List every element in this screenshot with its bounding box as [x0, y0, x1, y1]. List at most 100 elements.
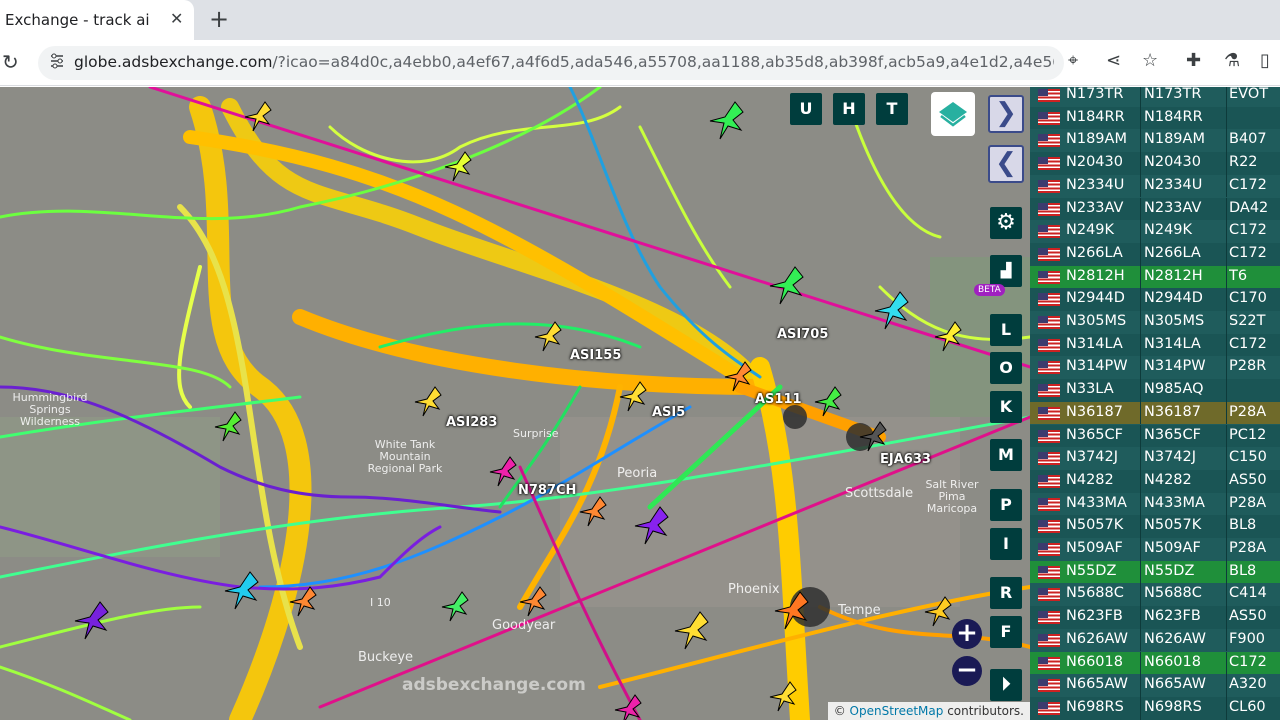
- f-button[interactable]: F: [990, 616, 1022, 648]
- table-row[interactable]: N20430 N20430 R22: [1030, 152, 1280, 175]
- table-row[interactable]: N266LA N266LA C172: [1030, 242, 1280, 266]
- callsign-cell: N314LA: [1144, 335, 1201, 352]
- column-divider: [1140, 356, 1141, 380]
- registration-cell: N266LA: [1066, 244, 1123, 261]
- table-row[interactable]: N233AV N233AV DA42: [1030, 197, 1280, 221]
- table-row[interactable]: N33LA N985AQ: [1030, 379, 1280, 402]
- aircraft-label[interactable]: ASI5: [652, 405, 685, 420]
- table-row[interactable]: N184RR N184RR: [1030, 106, 1280, 130]
- aircraft-label[interactable]: EJA633: [880, 452, 931, 467]
- h-button[interactable]: H: [833, 93, 865, 125]
- close-tab-icon[interactable]: ✕: [170, 9, 183, 28]
- zoom-out-button[interactable]: −: [952, 656, 982, 686]
- share-icon[interactable]: ⋖: [1106, 50, 1121, 71]
- callsign-cell: N985AQ: [1144, 381, 1204, 398]
- callsign-cell: N665AW: [1144, 676, 1206, 693]
- table-row[interactable]: N623FB N623FB AS50: [1030, 606, 1280, 629]
- aircraft-label[interactable]: ASI155: [570, 348, 621, 363]
- table-row[interactable]: N698RS N698RS CL60: [1030, 696, 1280, 720]
- site-info-icon[interactable]: [48, 52, 66, 74]
- us-flag-icon: [1038, 293, 1060, 307]
- table-row[interactable]: N433MA N433MA P28A: [1030, 492, 1280, 516]
- callsign-cell: N173TR: [1144, 87, 1202, 102]
- t-button[interactable]: T: [876, 93, 908, 125]
- table-row[interactable]: N66018 N66018 C172: [1030, 651, 1280, 675]
- table-row[interactable]: N2334U N2334U C172: [1030, 174, 1280, 198]
- column-divider: [1140, 492, 1141, 516]
- callsign-cell: N5057K: [1144, 517, 1202, 534]
- extensions-icon[interactable]: ✚: [1186, 50, 1201, 71]
- table-row[interactable]: N2812H N2812H T6: [1030, 265, 1280, 289]
- registration-cell: N36187: [1066, 403, 1123, 420]
- type-cell: EVOT: [1229, 87, 1269, 102]
- url-field[interactable]: globe.adsbexchange.com/?icao=a84d0c,a4eb…: [38, 46, 1064, 80]
- column-divider: [1140, 242, 1141, 266]
- aircraft-label[interactable]: ASI283: [446, 415, 497, 430]
- reload-icon[interactable]: ↻: [2, 50, 19, 74]
- us-flag-icon: [1038, 633, 1060, 647]
- us-flag-icon: [1038, 179, 1060, 193]
- labs-flask-icon[interactable]: ⚗: [1224, 50, 1240, 71]
- bookmark-star-icon[interactable]: ☆: [1142, 50, 1158, 71]
- table-row[interactable]: N314LA N314LA C172: [1030, 333, 1280, 357]
- registration-cell: N698RS: [1066, 698, 1124, 715]
- column-divider: [1140, 220, 1141, 243]
- table-row[interactable]: N249K N249K C172: [1030, 220, 1280, 243]
- callsign-cell: N2812H: [1144, 267, 1203, 284]
- i-button[interactable]: I: [990, 528, 1022, 560]
- aircraft-label[interactable]: ASI705: [777, 327, 828, 342]
- table-row[interactable]: N305MS N305MS S22T: [1030, 311, 1280, 334]
- us-flag-icon: [1038, 316, 1060, 329]
- callsign-cell: N66018: [1144, 653, 1201, 670]
- prev-arrow-button[interactable]: ❮: [988, 145, 1024, 183]
- table-row[interactable]: N55DZ N55DZ BL8: [1030, 560, 1280, 584]
- layers-button[interactable]: [931, 92, 975, 136]
- aircraft-label[interactable]: N787CH: [518, 483, 576, 498]
- active-tab[interactable]: B Exchange - track ai ✕: [0, 0, 194, 40]
- table-row[interactable]: N5688C N5688C C414: [1030, 583, 1280, 607]
- table-row[interactable]: N314PW N314PW P28R: [1030, 356, 1280, 380]
- table-row[interactable]: N4282 N4282 AS50: [1030, 469, 1280, 493]
- table-row[interactable]: N509AF N509AF P28A: [1030, 538, 1280, 561]
- us-flag-icon: [1038, 679, 1060, 693]
- aircraft-label[interactable]: AS111: [755, 392, 802, 407]
- next-arrow-button[interactable]: ❯: [988, 95, 1024, 133]
- p-button[interactable]: P: [990, 489, 1022, 521]
- column-divider: [1226, 379, 1227, 402]
- column-divider: [1140, 447, 1141, 470]
- column-divider: [1226, 152, 1227, 175]
- chart-stats-icon[interactable]: ▟: [990, 255, 1022, 287]
- callsign-cell: N2944D: [1144, 290, 1203, 307]
- us-flag-icon: [1038, 157, 1060, 171]
- table-row[interactable]: N2944D N2944D C170: [1030, 288, 1280, 311]
- m-button[interactable]: M: [990, 439, 1022, 471]
- l-button[interactable]: L: [990, 314, 1022, 346]
- callsign-cell: N623FB: [1144, 608, 1201, 625]
- zoom-in-button[interactable]: +: [952, 619, 982, 649]
- table-row[interactable]: N189AM N189AM B407: [1030, 129, 1280, 153]
- replay-icon[interactable]: ⏵: [990, 669, 1022, 701]
- registration-cell: N233AV: [1066, 199, 1124, 216]
- r-button[interactable]: R: [990, 577, 1022, 609]
- new-tab-button[interactable]: +: [209, 5, 229, 33]
- u-button[interactable]: U: [790, 93, 822, 125]
- table-row[interactable]: N626AW N626AW F900: [1030, 628, 1280, 652]
- table-row[interactable]: N5057K N5057K BL8: [1030, 515, 1280, 538]
- o-button[interactable]: O: [990, 352, 1022, 384]
- table-row[interactable]: N173TR N173TR EVOT: [1030, 87, 1280, 107]
- openstreetmap-link[interactable]: OpenStreetMap: [850, 704, 944, 718]
- type-cell: C172: [1229, 222, 1267, 239]
- flight-map[interactable]: Hummingbird Springs Wilderness White Tan…: [0, 87, 1030, 720]
- table-row[interactable]: N665AW N665AW A320: [1030, 674, 1280, 697]
- table-row[interactable]: N3742J N3742J C150: [1030, 447, 1280, 470]
- column-divider: [1226, 424, 1227, 448]
- k-button[interactable]: K: [990, 391, 1022, 423]
- settings-gear-icon[interactable]: ⚙: [990, 207, 1022, 239]
- location-icon[interactable]: ⌖: [1068, 50, 1078, 71]
- column-divider: [1140, 401, 1141, 425]
- table-row[interactable]: N365CF N365CF PC12: [1030, 424, 1280, 448]
- callsign-cell: N4282: [1144, 471, 1192, 488]
- side-panel-icon[interactable]: ▯: [1260, 50, 1270, 71]
- table-row[interactable]: N36187 N36187 P28A: [1030, 401, 1280, 425]
- column-divider: [1226, 242, 1227, 266]
